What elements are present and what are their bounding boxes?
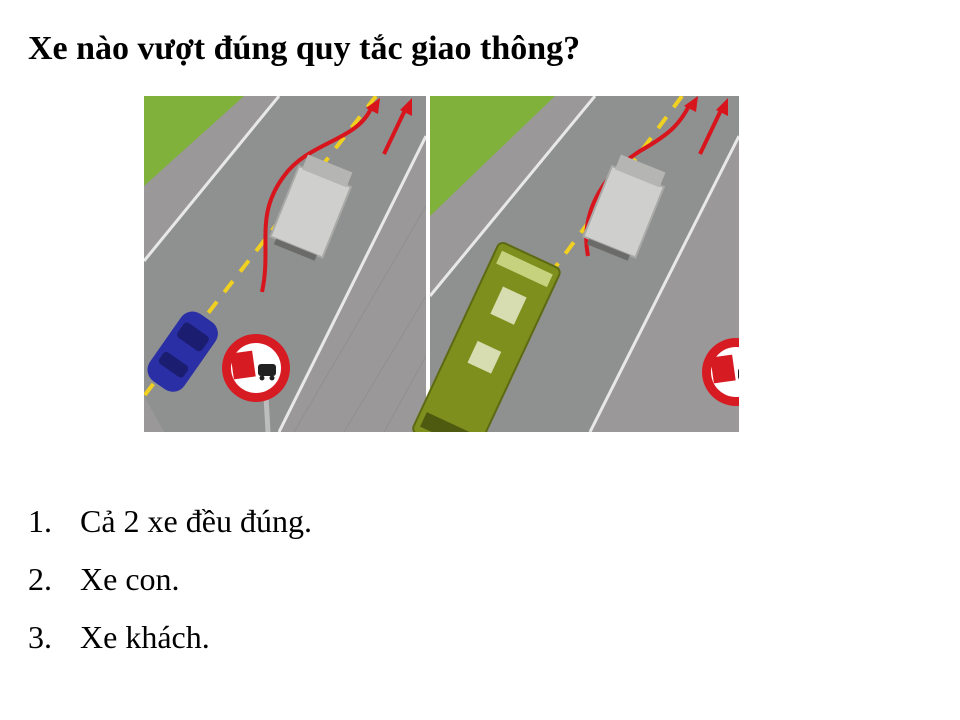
option-text: Cả 2 xe đều đúng.: [80, 503, 312, 539]
traffic-illustration: [144, 96, 739, 432]
panel-car: [144, 96, 428, 432]
answer-option-2[interactable]: 2. Xe con.: [28, 550, 312, 608]
option-number: 1.: [28, 503, 52, 539]
panel-bus: [412, 96, 739, 432]
option-number: 2.: [28, 561, 52, 597]
answer-options: 1. Cả 2 xe đều đúng. 2. Xe con. 3. Xe kh…: [28, 492, 312, 666]
option-number: 3.: [28, 619, 52, 655]
option-text: Xe con.: [80, 561, 180, 597]
answer-option-1[interactable]: 1. Cả 2 xe đều đúng.: [28, 492, 312, 550]
question-title: Xe nào vượt đúng quy tắc giao thông?: [28, 30, 581, 67]
option-text: Xe khách.: [80, 619, 210, 655]
answer-option-3[interactable]: 3. Xe khách.: [28, 608, 312, 666]
